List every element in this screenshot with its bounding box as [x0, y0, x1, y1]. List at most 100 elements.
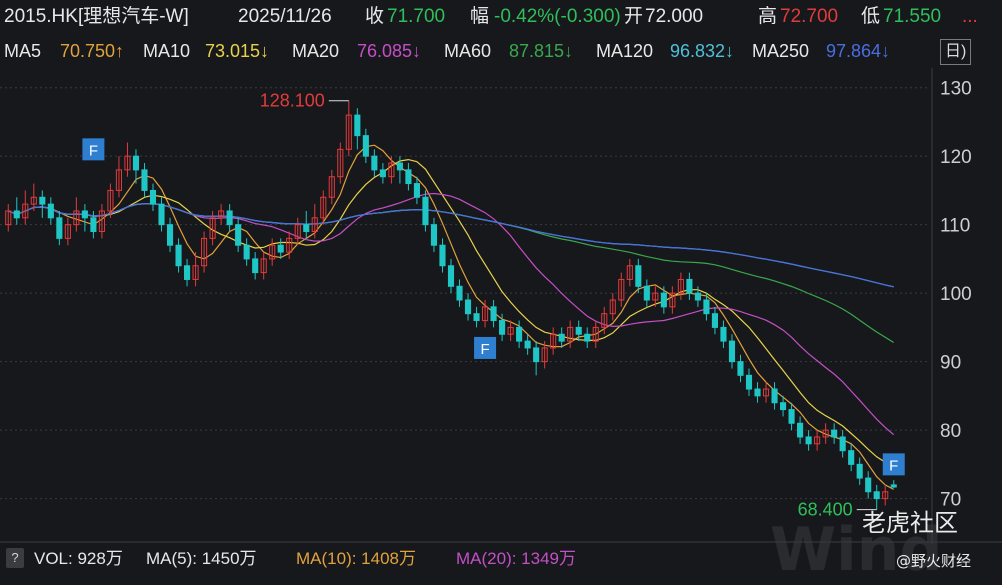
candle-body [166, 224, 174, 246]
high-label: 高 [758, 6, 778, 27]
candle-body [158, 203, 165, 226]
candle-body [890, 484, 897, 488]
candle-body [456, 285, 463, 301]
y-tick-label: 80 [940, 421, 961, 442]
close-value: 71.700 [387, 6, 446, 27]
y-tick-label: 130 [940, 79, 972, 100]
vol-ma10: MA(10): 1408万 [296, 549, 416, 568]
high-value: 72.700 [780, 6, 839, 27]
candle-body [635, 265, 642, 287]
change-label: 幅 [470, 6, 490, 27]
open-label: 开 [624, 6, 644, 27]
candle-body [430, 224, 438, 246]
candle-body [362, 135, 369, 157]
candle-body [856, 463, 863, 479]
candle-body [797, 422, 804, 438]
quote-header: 2015.HK[理想汽车-W] 2025/11/26 收 71.700 幅 -0… [0, 0, 1002, 34]
candle-body [243, 244, 250, 260]
candle-body [447, 265, 455, 287]
candle-body [235, 224, 242, 246]
y-tick-label: 90 [940, 353, 961, 374]
y-tick-label: 100 [940, 284, 972, 305]
ma120-value: 96.832↓ [670, 41, 735, 61]
candle-body [839, 436, 846, 452]
candle-body [303, 224, 310, 233]
candle-body [490, 306, 497, 322]
candle-body [780, 402, 787, 411]
candle-body [184, 265, 191, 280]
candlestick-chart: 708090100110120130128.10068.400FFF [0, 68, 1002, 544]
y-tick-label: 110 [940, 216, 970, 237]
candle-body [379, 169, 386, 178]
ma60-label: MA60 [444, 41, 492, 61]
candle-body [354, 114, 361, 137]
candle-body [141, 169, 148, 191]
event-flag-label: F [480, 341, 489, 358]
candle-body [745, 374, 753, 390]
candle-body [754, 388, 761, 397]
vol-ma20: MA(20): 1349万 [456, 549, 576, 568]
candle-body [720, 326, 727, 342]
ma20-value: 76.085↓ [357, 41, 422, 61]
ma10-value: 73.015↓ [205, 41, 270, 61]
candle-body [873, 491, 880, 500]
candle-body [728, 340, 736, 363]
ma250-label: MA250 [752, 41, 810, 61]
candle-body [175, 244, 182, 267]
candle-body [788, 409, 795, 424]
low-label: 低 [861, 6, 881, 27]
candle-body [149, 189, 157, 205]
candle-body [81, 210, 88, 219]
candle-body [831, 429, 838, 438]
candle-body [422, 196, 429, 226]
candle-body [558, 333, 565, 342]
low-value: 71.550 [883, 6, 942, 27]
candle-body [771, 388, 778, 404]
symbol-title: 2015.HK[理想汽车-W] [4, 6, 189, 27]
ma5-value: 70.750↑ [60, 41, 125, 61]
candle-body [90, 217, 97, 233]
candle-body [805, 436, 812, 445]
vol-ma5: MA(5): 1450万 [146, 549, 257, 568]
vol-value: VOL: 928万 [34, 549, 123, 568]
high-annotation: 128.100 [260, 91, 325, 111]
date-label: 2025/11/26 [238, 6, 332, 27]
ma-line-ma10 [8, 158, 894, 468]
candle-body [686, 278, 693, 294]
candle-body [439, 244, 446, 267]
candle-body [132, 155, 140, 171]
candle-body [405, 169, 412, 185]
candle-body [575, 326, 582, 335]
candle-body [371, 155, 378, 171]
candle-body [516, 326, 523, 342]
candle-body [226, 210, 233, 226]
event-flag-label: F [89, 142, 98, 159]
candle-body [13, 210, 20, 219]
candle-body [396, 162, 403, 171]
candle-body [643, 285, 650, 301]
ma5-label: MA5 [4, 41, 42, 61]
candle-body [39, 196, 46, 205]
close-label: 收 [365, 6, 385, 27]
candle-body [711, 313, 718, 328]
y-tick-label: 120 [940, 147, 972, 168]
candle-body [413, 183, 420, 198]
open-value: 72.000 [645, 6, 704, 27]
candle-body [703, 299, 710, 315]
period-button[interactable]: 日) [940, 39, 972, 65]
ma-legend-row: MA5 70.750↑ MA10 73.015↓ MA20 76.085↓ MA… [0, 35, 1002, 67]
candle-body [848, 450, 855, 465]
candle-body [252, 258, 259, 274]
more-menu-icon[interactable]: ... [962, 0, 978, 34]
candle-body [584, 333, 591, 342]
candle-body [660, 292, 667, 308]
candle-body [694, 292, 701, 301]
candle-body [524, 340, 531, 349]
event-flag-label: F [889, 457, 898, 474]
ma20-label: MA20 [292, 41, 340, 61]
candle-body [499, 320, 506, 335]
candle-body [464, 299, 472, 315]
change-value: -0.42%(-0.300) [494, 6, 621, 27]
candle-body [277, 244, 284, 253]
ma-line-ma20 [8, 192, 895, 436]
